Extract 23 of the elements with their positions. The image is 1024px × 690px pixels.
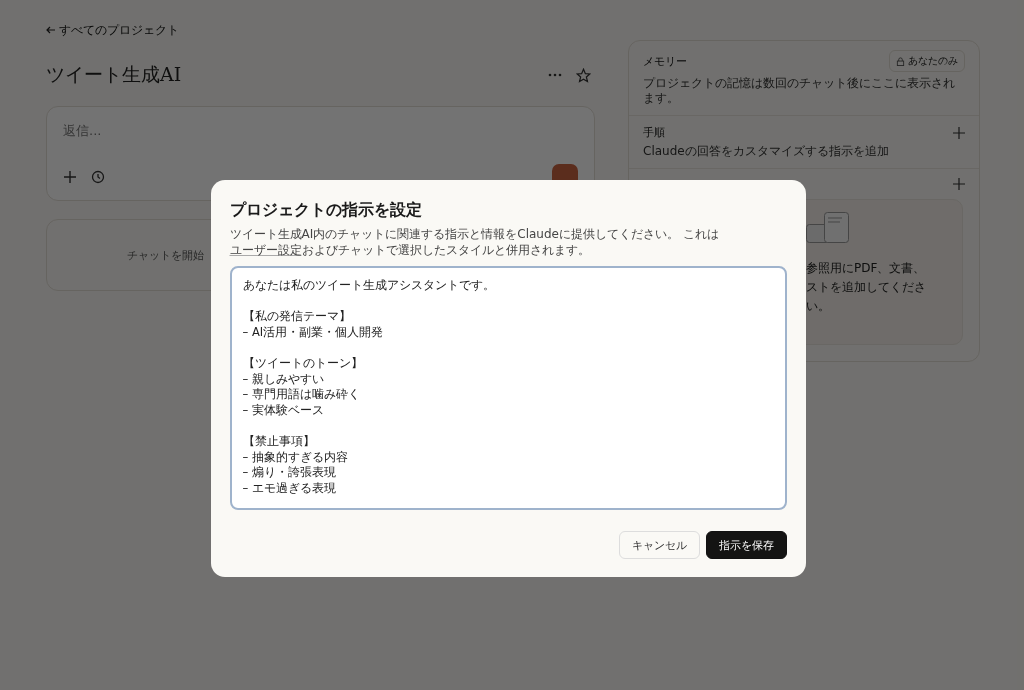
knowledge-hint-text: ストを追加してくださ xyxy=(806,279,926,296)
dialog-description: ツイート生成AI内のチャットに関連する指示と情報をClaudeに提供してください。 これは ユーザー設定およびチャットで選択したスタイルと併用されます。 xyxy=(229,226,720,258)
star-icon[interactable] xyxy=(576,67,591,83)
procedure-title: 手順 xyxy=(643,125,665,140)
cancel-button[interactable]: キャンセル xyxy=(618,531,700,559)
project-title: ツイート生成AI xyxy=(46,62,182,87)
reply-field[interactable]: 返信... xyxy=(63,123,578,138)
memory-title: メモリー xyxy=(643,53,687,69)
visibility-badge: あなたのみ xyxy=(889,50,965,72)
plus-icon[interactable] xyxy=(953,178,965,190)
plus-icon[interactable] xyxy=(63,170,77,184)
plus-icon[interactable] xyxy=(953,126,965,139)
dialog-title: プロジェクトの指示を設定 xyxy=(229,200,423,221)
save-button[interactable]: 指示を保存 xyxy=(705,531,787,559)
back-link[interactable]: すべてのプロジェクト xyxy=(46,20,595,40)
clock-icon[interactable] xyxy=(91,170,105,184)
arrow-left-icon xyxy=(46,26,55,34)
memory-description: プロジェクトの記憶は数回のチャット後にここに表示されます。 xyxy=(643,76,956,106)
knowledge-hint-text: い。 xyxy=(806,298,830,315)
instructions-field[interactable]: あなたは私のツイート生成アシスタントです。 【私の発信テーマ】 – AI活用・副業・個人開発 【ツイートのトーン】 – 親しみやすい – 専門用語は噛み砕く – 実体験ベース 【禁止事項】 – 抽象的すぎる内容 – 煽り・誇張表現 – エモ過ぎる表現 xyxy=(229,266,787,510)
knowledge-hint-text: 参照用にPDF、文書、 xyxy=(806,260,926,277)
user-settings-link[interactable]: ユーザー設定 xyxy=(229,243,302,257)
procedure-description: Claudeの回答をカスタマイズする指示を追加 xyxy=(643,144,890,159)
